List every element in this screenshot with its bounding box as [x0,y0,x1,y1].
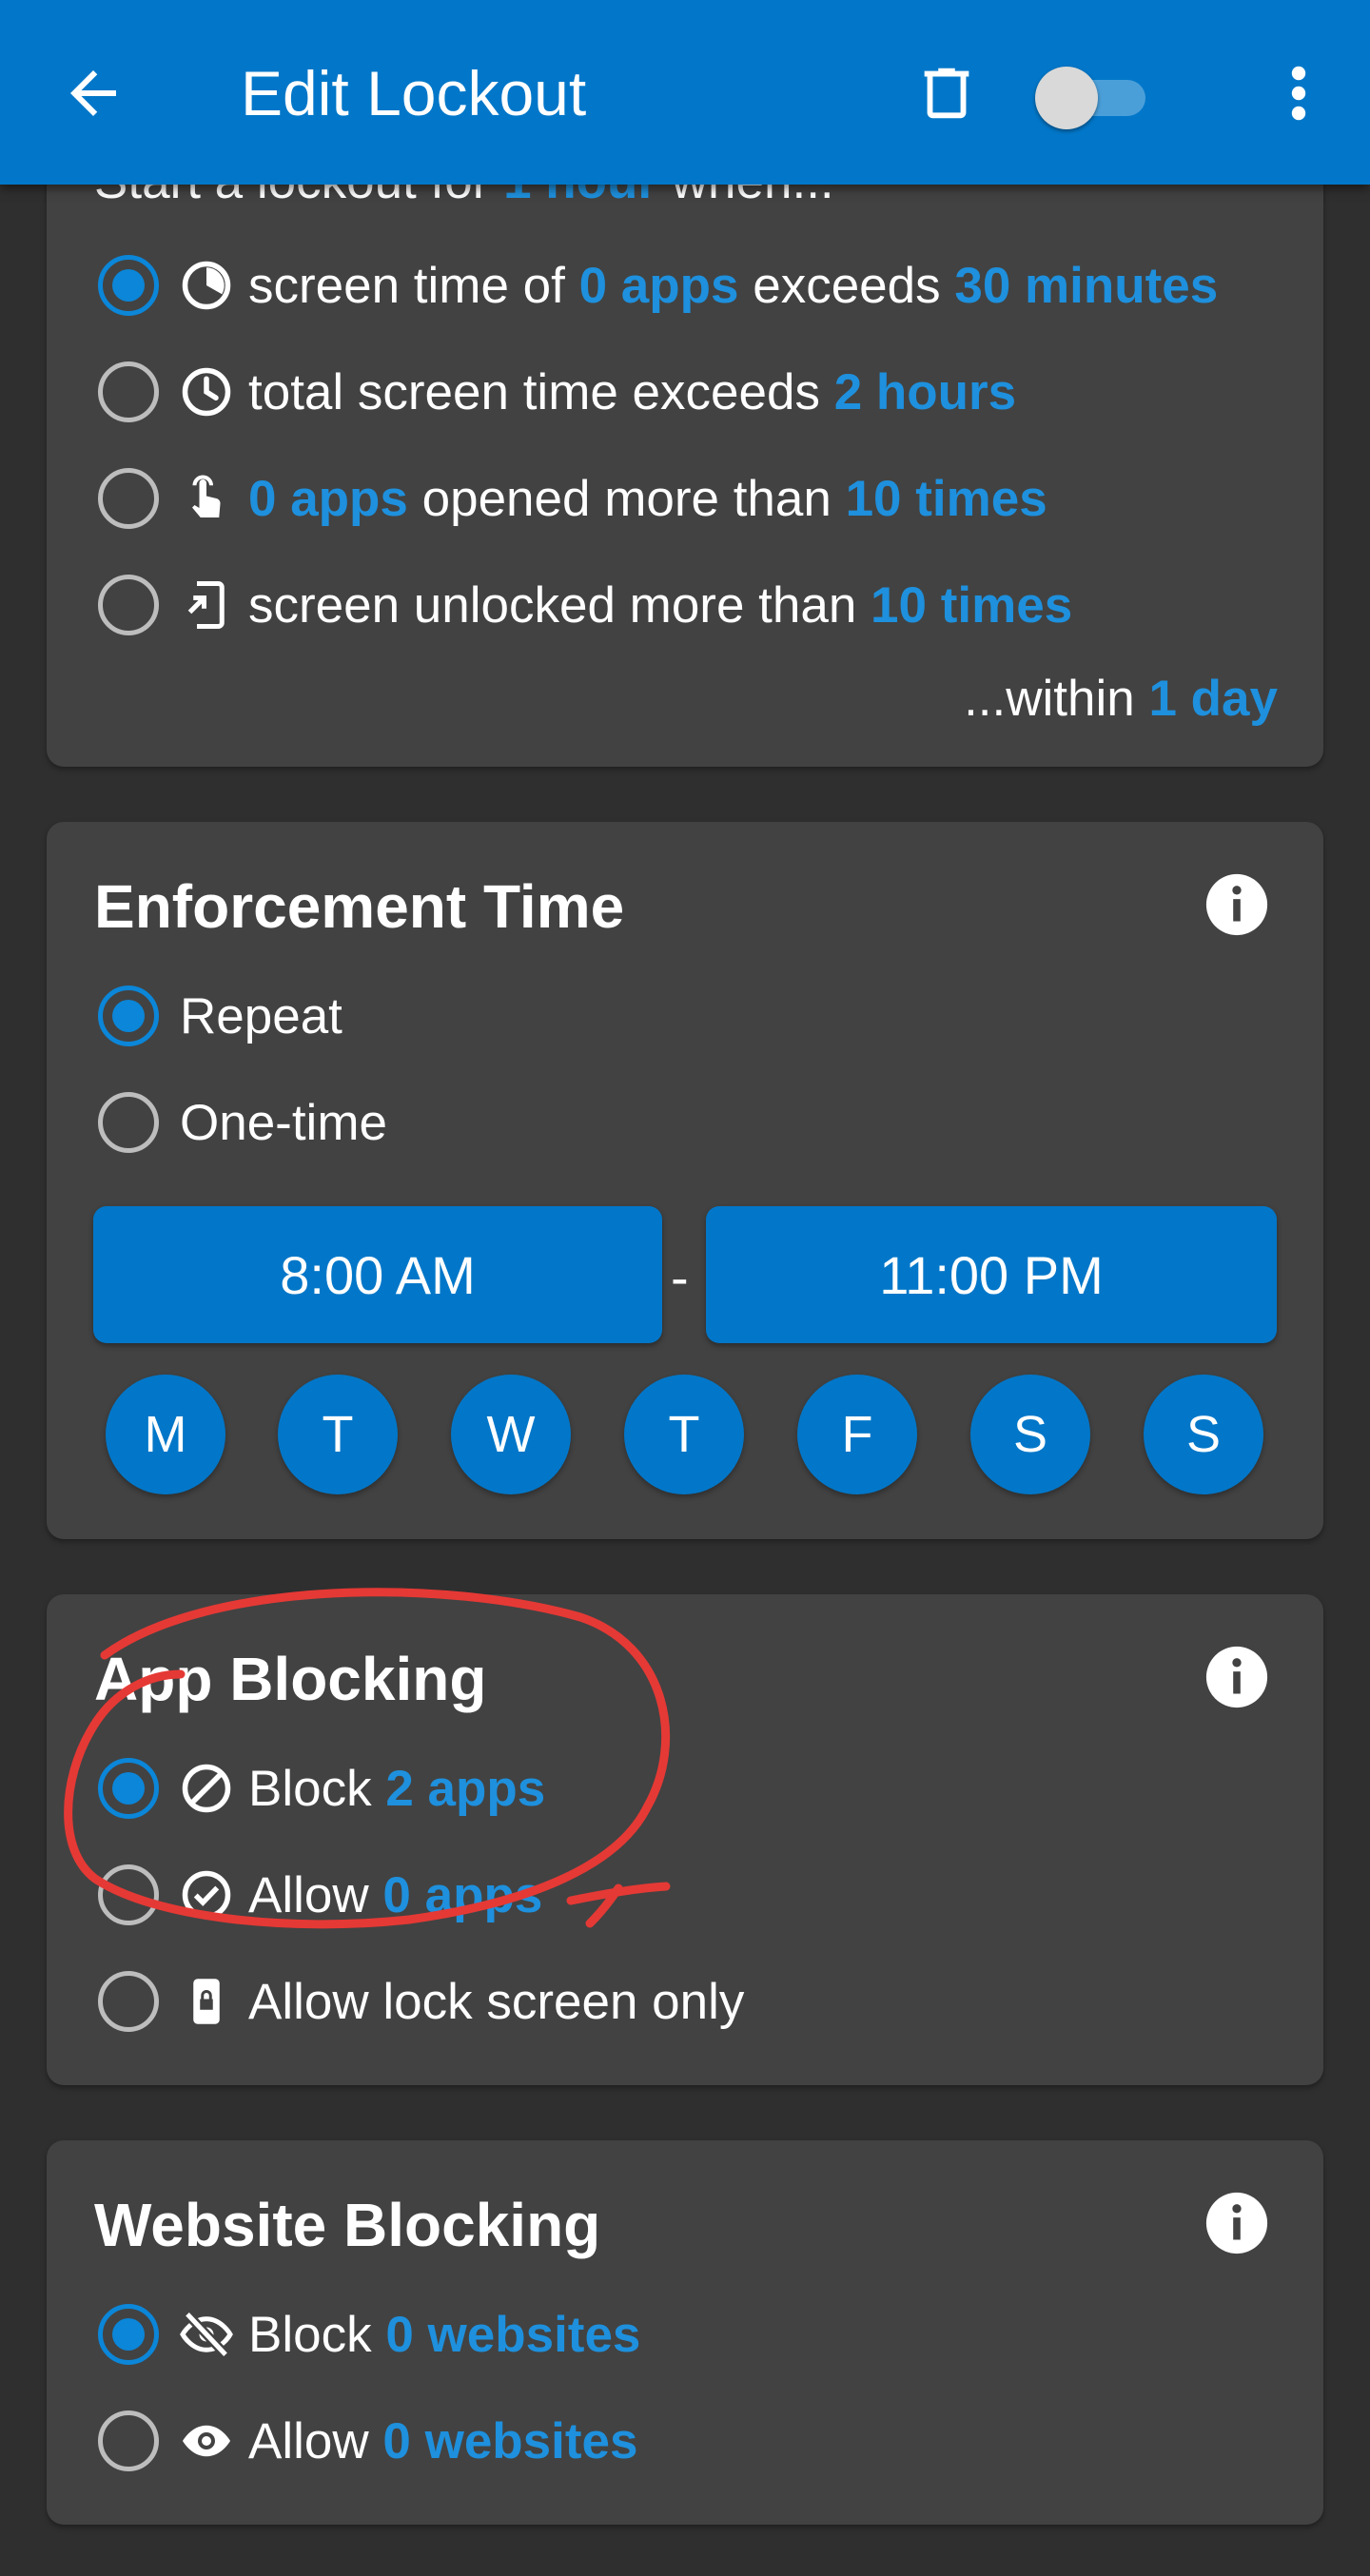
tap-hand-icon [192,475,221,517]
trigger-text: screen unlocked more than 10 times [248,576,1072,634]
radio-button[interactable] [98,255,159,316]
trigger-card: Start a lockout for 1 hour when... scree… [47,114,1323,767]
day-sunday[interactable]: S [1144,1375,1263,1494]
enforcement-option-one-time[interactable]: One-time [98,1084,387,1161]
more-vertical-icon[interactable] [1275,59,1322,127]
page-title: Edit Lockout [241,58,587,128]
card-title: Enforcement Time [94,872,625,941]
pie-timer-icon [182,261,231,310]
enable-toggle[interactable] [1035,61,1149,129]
start-time-button[interactable]: 8:00 AM [93,1206,662,1343]
info-icon[interactable] [1204,871,1270,938]
check-circle-icon [182,1870,231,1920]
option-text: Allow 0 apps [248,1866,542,1924]
day-thursday[interactable]: T [624,1375,744,1494]
card-title: Website Blocking [94,2191,601,2259]
trigger-text-part: total screen time exceeds [248,363,834,420]
app-allow-option[interactable]: Allow 0 apps [98,1857,542,1933]
trigger-text: total screen time exceeds 2 hours [248,363,1016,421]
radio-button[interactable] [98,1758,159,1819]
eye-icon [183,2425,230,2457]
radio-button[interactable] [98,1971,159,2032]
trigger-option-app-screen-time[interactable]: screen time of 0 apps exceeds 30 minutes [98,247,1218,323]
option-text: Block 2 apps [248,1760,545,1818]
option-label: Allow [248,1866,383,1923]
trigger-text-part: screen time of [248,257,579,314]
radio-button[interactable] [98,468,159,529]
option-label: One-time [180,1094,387,1151]
radio-button[interactable] [98,2410,159,2471]
trigger-option-app-opens[interactable]: 0 apps opened more than 10 times [98,460,1047,537]
within-prefix: ...within [964,671,1149,727]
trigger-option-total-screen-time[interactable]: total screen time exceeds 2 hours [98,354,1016,430]
app-bar: Edit Lockout [0,0,1370,185]
trigger-text-part: screen unlocked more than [248,576,871,634]
option-label: Block [248,1760,386,1817]
count-link[interactable]: 10 times [846,471,1047,527]
option-label: Allow lock screen only [248,1973,745,2030]
option-text: Allow 0 websites [248,2412,637,2470]
trigger-text-part: exceeds [738,257,955,314]
count-link[interactable]: 10 times [871,577,1072,634]
duration-link[interactable]: 2 hours [834,364,1016,420]
period-link[interactable]: 1 day [1148,671,1278,727]
apps-count-link[interactable]: 0 apps [248,471,408,527]
end-time-button[interactable]: 11:00 PM [706,1206,1277,1343]
websites-count-link[interactable]: 0 websites [385,2307,640,2363]
within-period: ...within 1 day [964,670,1278,728]
apps-count-link[interactable]: 0 apps [579,258,739,314]
option-label: Allow [248,2412,383,2469]
radio-button[interactable] [98,986,159,1046]
trigger-text: screen time of 0 apps exceeds 30 minutes [248,257,1218,315]
radio-button[interactable] [98,575,159,635]
websites-count-link[interactable]: 0 websites [382,2413,637,2469]
apps-count-link[interactable]: 0 apps [382,1867,542,1923]
radio-button[interactable] [98,361,159,422]
day-tuesday[interactable]: T [278,1375,398,1494]
website-block-option[interactable]: Block 0 websites [98,2296,640,2372]
website-allow-option[interactable]: Allow 0 websites [98,2403,637,2479]
day-friday[interactable]: F [797,1375,917,1494]
day-saturday[interactable]: S [970,1375,1090,1494]
time-separator: - [671,1247,689,1307]
card-title: App Blocking [94,1645,487,1713]
lock-phone-icon [193,1979,220,2024]
option-label: Block [248,2306,386,2363]
app-blocking-card: App Blocking Block 2 apps Allow 0 apps A… [47,1594,1323,2085]
apps-count-link[interactable]: 2 apps [385,1761,545,1817]
app-block-option[interactable]: Block 2 apps [98,1750,545,1826]
trigger-option-unlocks[interactable]: screen unlocked more than 10 times [98,567,1072,643]
website-blocking-card: Website Blocking Block 0 websites Allow … [47,2140,1323,2525]
day-wednesday[interactable]: W [451,1375,571,1494]
day-monday[interactable]: M [106,1375,225,1494]
radio-button[interactable] [98,2304,159,2365]
option-label: Repeat [180,987,342,1044]
radio-button[interactable] [98,1092,159,1153]
unlock-phone-icon [187,581,225,629]
arrow-left-icon[interactable] [59,59,127,127]
info-icon[interactable] [1204,2190,1270,2256]
enforcement-option-repeat[interactable]: Repeat [98,978,342,1054]
duration-link[interactable]: 30 minutes [954,258,1218,314]
trigger-text: 0 apps opened more than 10 times [248,470,1047,528]
clock-icon [182,367,231,417]
trigger-text-part: opened more than [407,470,846,527]
block-icon [182,1764,231,1813]
info-icon[interactable] [1204,1644,1270,1710]
radio-button[interactable] [98,1864,159,1925]
app-lock-screen-only-option[interactable]: Allow lock screen only [98,1963,744,2039]
option-text: Block 0 websites [248,2306,640,2364]
eye-off-icon [180,2311,233,2358]
trash-icon[interactable] [913,55,980,131]
toggle-knob [1035,67,1098,129]
